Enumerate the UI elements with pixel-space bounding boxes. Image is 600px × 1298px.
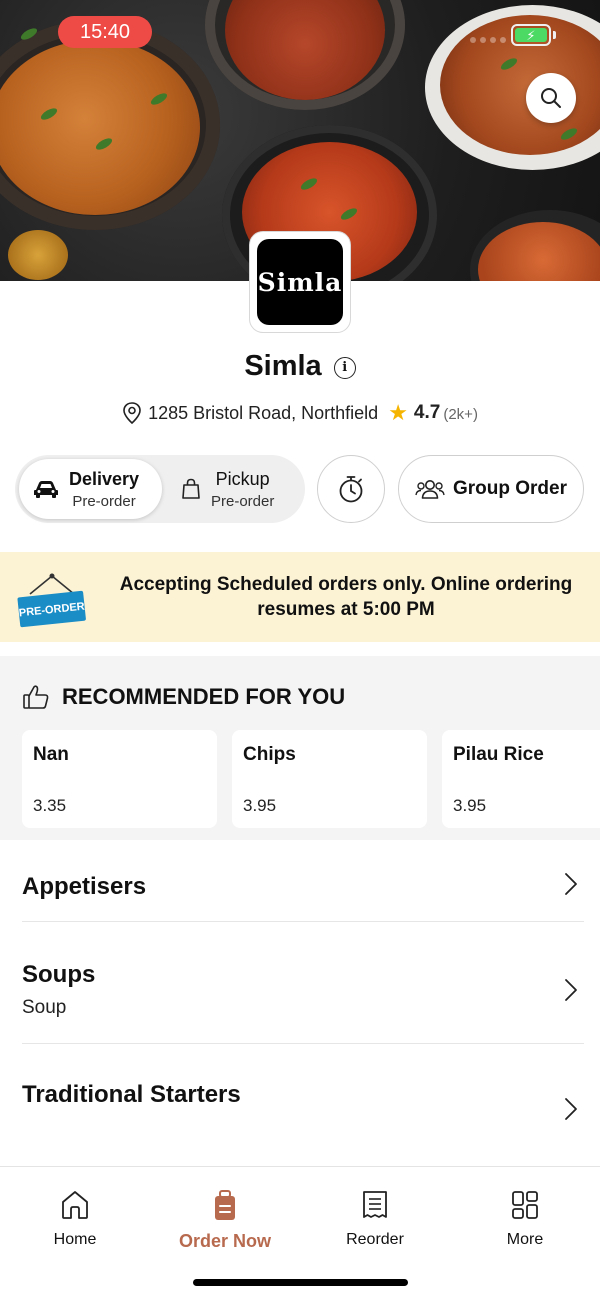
battery-cap [553, 31, 556, 39]
chevron-right-icon [565, 873, 577, 895]
pickup-label: Pickup [215, 468, 270, 489]
thumbs-up-icon [23, 685, 49, 709]
store-name-row: Simla i [0, 350, 600, 383]
star-icon: ★ [388, 400, 408, 425]
category-soups[interactable]: Soups Soup [22, 961, 584, 1019]
category-title: Soups [22, 961, 96, 988]
grid-icon [512, 1191, 538, 1219]
recommended-item-name: Pilau Rice [453, 744, 544, 765]
receipt-icon [363, 1191, 387, 1218]
tab-reorder[interactable]: Reorder [300, 1189, 450, 1249]
recommended-item-price: 3.35 [33, 796, 67, 815]
store-logo-text: Simla [257, 239, 343, 325]
home-icon [62, 1191, 88, 1219]
preorder-sign-icon: PRE-ORDER [17, 573, 86, 628]
pickup-sub: Pre-order [211, 492, 275, 510]
home-indicator[interactable] [193, 1279, 408, 1286]
chevron-right-icon [565, 1098, 577, 1120]
stopwatch-icon [339, 476, 363, 503]
store-address: 1285 Bristol Road, Northfield [148, 402, 379, 423]
recommended-item[interactable]: Nan 3.35 [22, 730, 217, 828]
battery-charging-icon: ⚡ [511, 24, 551, 46]
preorder-banner: PRE-ORDER Accepting Scheduled orders onl… [0, 552, 600, 642]
search-button[interactable] [526, 73, 576, 123]
divider [22, 1043, 584, 1044]
store-name: Simla [244, 350, 322, 382]
tab-order-now[interactable]: Order Now [150, 1189, 300, 1252]
status-time: 15:40 [58, 16, 152, 48]
bottom-tab-bar: Home Order Now Reorder More [0, 1166, 600, 1298]
recommended-title: RECOMMENDED FOR YOU [62, 684, 346, 709]
group-order-button[interactable]: Group Order [398, 455, 584, 523]
chevron-right-icon [565, 979, 577, 1001]
recommended-item-name: Nan [33, 744, 69, 765]
order-type-toggle: Delivery Pre-order Pickup Pre-order [15, 455, 305, 523]
store-logo: Simla [249, 231, 351, 333]
tab-label: Reorder [346, 1231, 404, 1248]
banner-message: Accepting Scheduled orders only. Online … [119, 574, 573, 620]
delivery-label: Delivery [69, 468, 140, 489]
recommended-header: RECOMMENDED FOR YOU [22, 684, 345, 710]
delivery-sub: Pre-order [72, 492, 136, 510]
schedule-button[interactable] [317, 455, 385, 523]
group-users-icon [415, 480, 445, 499]
pickup-option[interactable]: Pickup Pre-order [181, 459, 274, 519]
recommended-item[interactable]: Pilau Rice 3.95 [442, 730, 600, 828]
delivery-option[interactable]: Delivery Pre-order [33, 459, 139, 519]
car-icon [34, 481, 58, 498]
shopping-bag-icon [182, 478, 200, 499]
store-address-row: 1285 Bristol Road, Northfield ★ 4.7 (2k+… [0, 401, 600, 425]
tab-label: Home [53, 1231, 97, 1248]
group-order-label: Group Order [452, 478, 567, 499]
category-appetisers[interactable]: Appetisers [22, 873, 584, 901]
location-pin-icon [123, 402, 141, 425]
category-subtitle: Soup [22, 997, 67, 1018]
tab-more[interactable]: More [450, 1189, 600, 1249]
tab-home[interactable]: Home [0, 1189, 150, 1249]
rating-count: (2k+) [443, 405, 478, 423]
order-bag-icon [215, 1190, 235, 1220]
recommended-item-price: 3.95 [453, 796, 487, 815]
search-icon [541, 88, 561, 108]
info-icon[interactable]: i [333, 356, 356, 379]
category-title: Appetisers [22, 873, 147, 900]
category-title: Traditional Starters [22, 1081, 241, 1108]
recommended-item[interactable]: Chips 3.95 [232, 730, 427, 828]
divider [22, 921, 584, 922]
recommended-section: RECOMMENDED FOR YOU Nan 3.35 Chips 3.95 … [0, 656, 600, 840]
category-traditional-starters[interactable]: Traditional Starters [22, 1081, 584, 1109]
signal-icon [470, 37, 506, 43]
recommended-item-price: 3.95 [243, 796, 277, 815]
tab-label: Order Now [178, 1231, 271, 1251]
tab-label: More [506, 1231, 544, 1248]
recommended-item-name: Chips [243, 744, 296, 765]
store-rating: 4.7 [413, 402, 441, 423]
